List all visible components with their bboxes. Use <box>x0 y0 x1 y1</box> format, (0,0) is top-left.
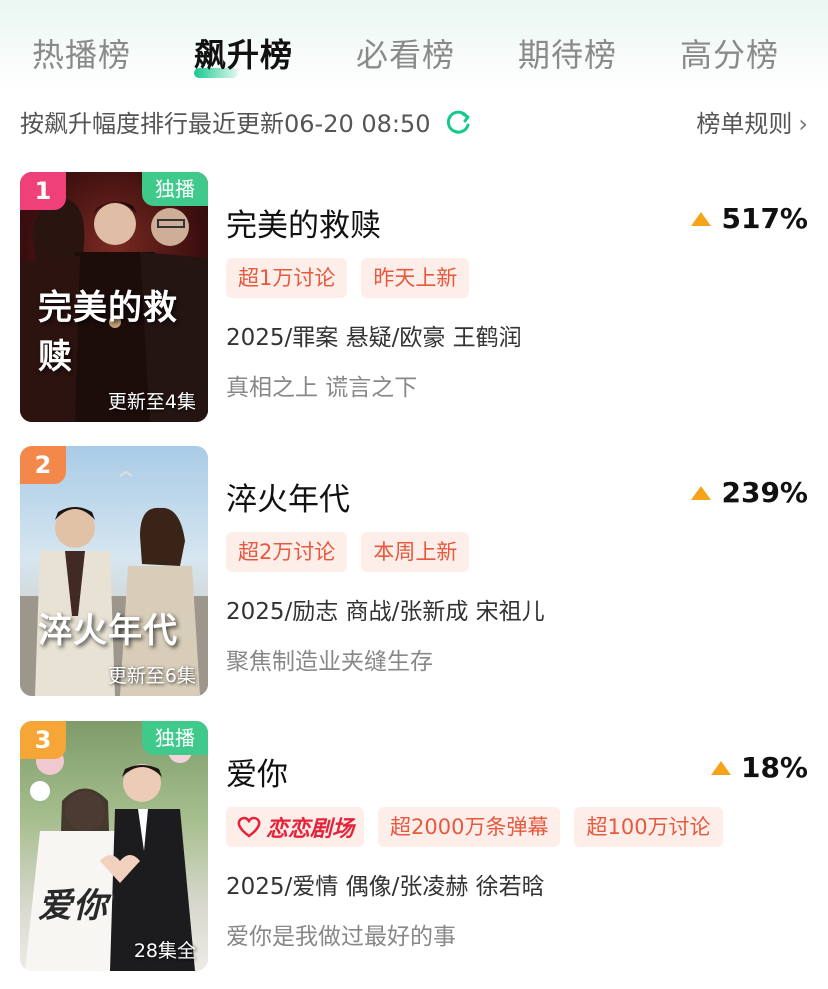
rank-badge: 1 <box>20 172 66 210</box>
item-info: 爱你 18% 恋恋剧场 超2000万条弹幕 超100万讨论 2025/爱情 偶像… <box>226 721 808 971</box>
drama-title[interactable]: 淬火年代 <box>226 474 350 519</box>
poster-image[interactable]: 3 独播 爱你 28集全 <box>20 721 208 971</box>
theater-logo-tag: 恋恋剧场 <box>226 807 365 847</box>
tab-high-score[interactable]: 高分榜 <box>680 30 779 76</box>
drama-meta: 2025/罪案 悬疑/欧豪 王鹤润 <box>226 325 522 351</box>
item-info: 淬火年代 239% 超2万讨论 本周上新 2025/励志 商战/张新成 宋祖儿 … <box>226 446 808 696</box>
drama-desc: 真相之上 谎言之下 <box>226 375 418 401</box>
drama-title[interactable]: 完美的救赎 <box>226 200 381 245</box>
tag-list: 超2万讨论 本周上新 <box>226 532 470 572</box>
tag-list: 恋恋剧场 超2000万条弹幕 超100万讨论 <box>226 807 723 847</box>
rank-badge: 2 <box>20 446 66 484</box>
drama-desc: 聚焦制造业夹缝生存 <box>226 649 433 675</box>
poster-image[interactable]: 2 淬火年代 更新至6集 <box>20 446 208 696</box>
trend-up-icon <box>691 485 712 500</box>
poster-title: 爱你 <box>38 886 108 926</box>
trend-indicator: 239% <box>691 476 808 509</box>
tag-list: 超1万讨论 昨天上新 <box>226 258 470 298</box>
list-item[interactable]: 1 独播 完美的救赎 更新至4集 完美的救赎 517% 超1万讨论 昨天上新 2… <box>20 172 808 424</box>
drama-meta: 2025/励志 商战/张新成 宋祖儿 <box>226 599 545 625</box>
tag: 昨天上新 <box>361 258 470 298</box>
tag: 超1万讨论 <box>226 258 348 298</box>
tag: 本周上新 <box>361 532 470 572</box>
trend-indicator: 517% <box>691 202 808 235</box>
episode-status: 更新至6集 <box>107 665 196 687</box>
poster-title: 淬火年代 <box>38 611 178 651</box>
tag: 超2万讨论 <box>226 532 348 572</box>
exclusive-badge: 独播 <box>142 721 208 755</box>
item-info: 完美的救赎 517% 超1万讨论 昨天上新 2025/罪案 悬疑/欧豪 王鹤润 … <box>226 172 808 422</box>
trend-up-icon <box>691 211 712 226</box>
drama-meta: 2025/爱情 偶像/张凌赫 徐若晗 <box>226 874 545 900</box>
ranking-tabs: 热播榜 飙升榜 必看榜 期待榜 高分榜 <box>0 30 828 80</box>
tab-must-watch[interactable]: 必看榜 <box>356 30 455 76</box>
poster-title: 完美的救赎 <box>38 288 178 377</box>
heart-icon <box>237 816 261 838</box>
drama-title[interactable]: 爱你 <box>226 749 288 794</box>
episode-status: 28集全 <box>133 940 196 962</box>
tag: 超100万讨论 <box>574 807 723 847</box>
refresh-icon[interactable] <box>445 108 473 136</box>
trend-indicator: 18% <box>710 751 808 784</box>
episode-status: 更新至4集 <box>107 391 196 413</box>
list-item[interactable]: 3 独播 爱你 28集全 爱你 18% 恋恋剧场 超2000万条弹幕 超100万… <box>20 721 808 973</box>
trend-value: 517% <box>721 202 808 235</box>
tag: 超2000万条弹幕 <box>378 807 561 847</box>
list-item[interactable]: 2 淬火年代 更新至6集 淬火年代 239% 超2万讨论 本周上新 2025/励… <box>20 446 808 698</box>
trend-value: 239% <box>721 476 808 509</box>
trend-up-icon <box>710 760 731 775</box>
update-info-text: 按飙升幅度排行最近更新06-20 08:50 <box>20 110 431 138</box>
poster-image[interactable]: 1 独播 完美的救赎 更新至4集 <box>20 172 208 422</box>
tab-anticipated[interactable]: 期待榜 <box>518 30 617 76</box>
tab-hot[interactable]: 热播榜 <box>32 30 131 76</box>
rank-badge: 3 <box>20 721 66 759</box>
trend-value: 18% <box>740 751 808 784</box>
exclusive-badge: 独播 <box>142 172 208 206</box>
ranking-rules-link[interactable]: 榜单规则 › <box>696 104 808 139</box>
drama-desc: 爱你是我做过最好的事 <box>226 924 456 950</box>
ranking-rules-label: 榜单规则 <box>696 110 793 138</box>
tab-rising[interactable]: 飙升榜 <box>194 30 293 78</box>
theater-logo-text: 恋恋剧场 <box>266 816 355 842</box>
chevron-right-icon: › <box>798 110 808 138</box>
ranking-subheader: 按飙升幅度排行最近更新06-20 08:50 榜单规则 › <box>20 102 808 138</box>
